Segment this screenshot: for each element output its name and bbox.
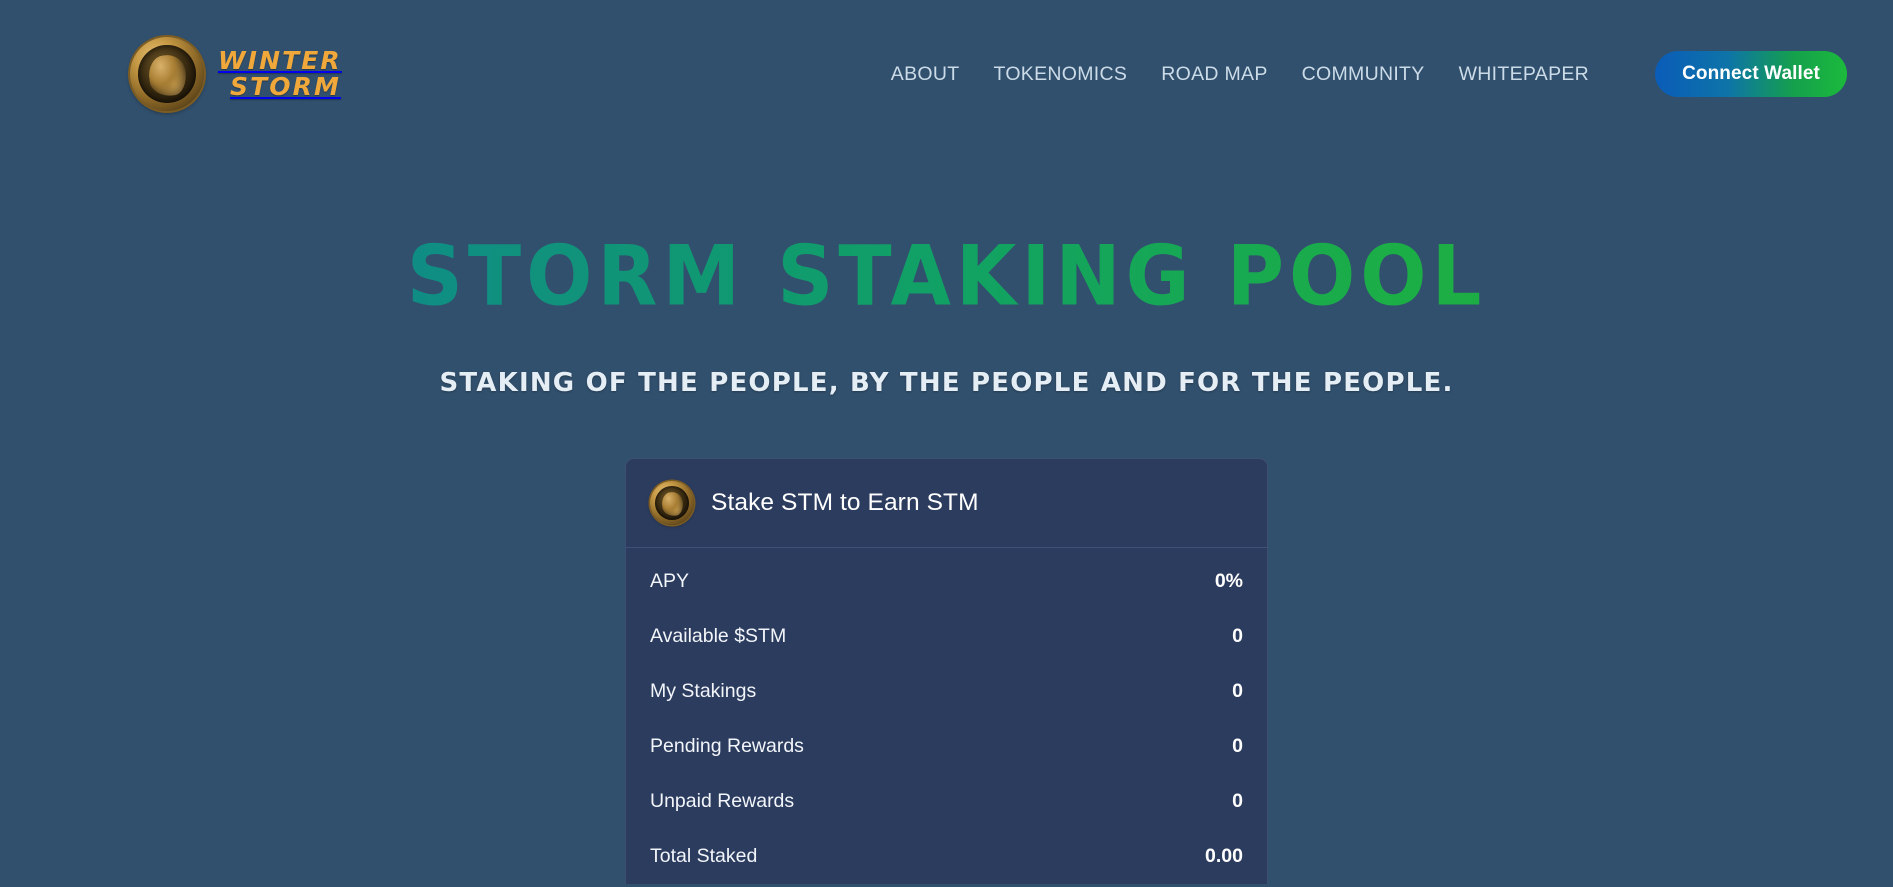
stake-card-title: Stake STM to Earn STM xyxy=(711,489,979,516)
stat-label: Available $STM xyxy=(650,625,787,647)
nav-item-whitepaper[interactable]: WHITEPAPER xyxy=(1459,63,1589,86)
winter-storm-dragon-coin-icon xyxy=(130,37,204,111)
nav-item-road-map[interactable]: ROAD MAP xyxy=(1161,63,1267,86)
nav-item-about[interactable]: ABOUT xyxy=(891,63,960,86)
hero-section: STORM STAKING POOL STAKING OF THE PEOPLE… xyxy=(0,148,1893,398)
stake-card-header: Stake STM to Earn STM xyxy=(626,459,1267,548)
stat-row-available-stm: Available $STM 0 xyxy=(650,609,1243,664)
brand-name: WINTER STORM xyxy=(218,48,342,100)
page-title: STORM STAKING POOL xyxy=(0,236,1893,319)
stake-card-container: Stake STM to Earn STM APY 0% Available $… xyxy=(0,458,1893,884)
stat-label: Unpaid Rewards xyxy=(650,790,795,812)
nav-item-community[interactable]: COMMUNITY xyxy=(1302,63,1425,86)
brand-name-line2: STORM xyxy=(230,72,341,101)
stake-card: Stake STM to Earn STM APY 0% Available $… xyxy=(625,458,1268,884)
stat-label: Total Staked xyxy=(650,845,758,867)
stat-value: 0 xyxy=(1232,625,1243,647)
site-header: WINTER STORM ABOUT TOKENOMICS ROAD MAP C… xyxy=(0,0,1893,148)
connect-wallet-button[interactable]: Connect Wallet xyxy=(1655,51,1847,97)
stat-value: 0.00 xyxy=(1205,845,1243,867)
stat-row-total-staked: Total Staked 0.00 xyxy=(650,829,1243,884)
stat-label: Pending Rewards xyxy=(650,735,804,757)
stat-value: 0 xyxy=(1232,735,1243,757)
stat-row-my-stakings: My Stakings 0 xyxy=(650,664,1243,719)
stake-card-stats: APY 0% Available $STM 0 My Stakings 0 Pe… xyxy=(626,548,1267,884)
stat-row-unpaid-rewards: Unpaid Rewards 0 xyxy=(650,774,1243,829)
stat-value: 0 xyxy=(1232,790,1243,812)
stat-label: APY xyxy=(650,570,690,592)
page-subtitle: STAKING OF THE PEOPLE, BY THE PEOPLE AND… xyxy=(439,368,1454,398)
stat-label: My Stakings xyxy=(650,680,757,702)
nav-item-tokenomics[interactable]: TOKENOMICS xyxy=(993,63,1127,86)
brand-logo-link[interactable]: WINTER STORM xyxy=(130,37,342,111)
stat-value: 0% xyxy=(1214,570,1243,592)
stat-row-apy: APY 0% xyxy=(650,554,1243,609)
stat-row-pending-rewards: Pending Rewards 0 xyxy=(650,719,1243,774)
stat-value: 0 xyxy=(1232,680,1243,702)
main-navigation: ABOUT TOKENOMICS ROAD MAP COMMUNITY WHIT… xyxy=(891,51,1847,97)
brand-name-line1: WINTER xyxy=(218,46,342,75)
stm-coin-icon xyxy=(650,481,694,525)
